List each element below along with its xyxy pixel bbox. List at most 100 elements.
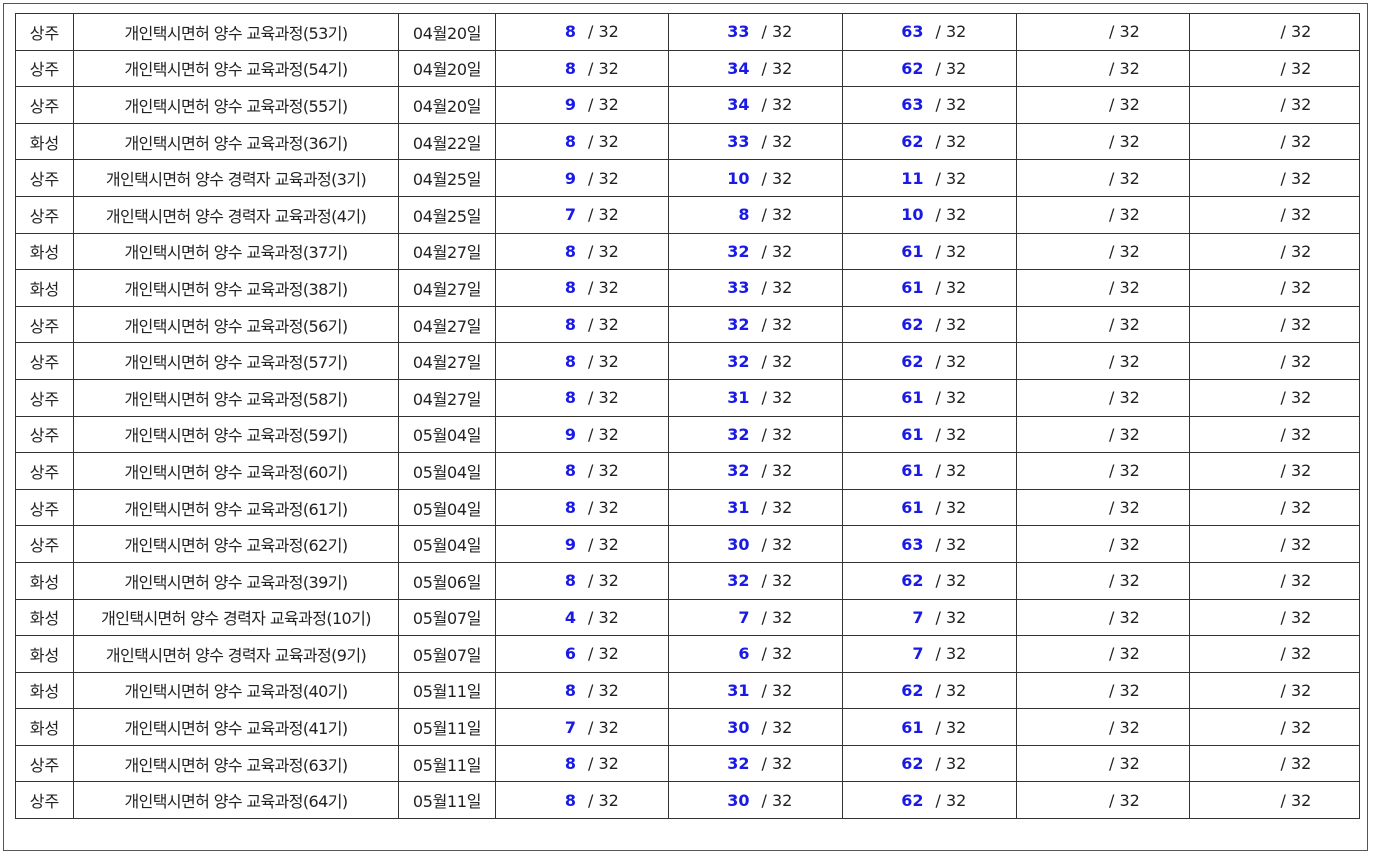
capacity-text: / 32	[1269, 315, 1323, 334]
seat-status-cell: 32/ 32	[668, 305, 843, 344]
capacity-separator: /	[588, 241, 594, 261]
capacity-text: / 32	[1097, 571, 1151, 590]
capacity-total: 32	[945, 534, 967, 554]
date-cell: 04월27일	[398, 305, 496, 344]
seat-status-cell: / 32	[1189, 781, 1360, 820]
capacity-separator: /	[1280, 461, 1286, 481]
capacity-total: 32	[771, 315, 793, 335]
capacity-separator: /	[1280, 22, 1286, 42]
capacity-separator: /	[1280, 498, 1286, 518]
capacity-text: / 32	[1269, 461, 1323, 480]
capacity-separator: /	[588, 424, 594, 444]
location-cell: 상주	[15, 781, 74, 820]
seat-status-cell: 33/ 32	[668, 122, 843, 161]
capacity-total: 32	[945, 424, 967, 444]
table-row: 상주 개인택시면허 양수 교육과정(63기) 05월11일 8/ 32 32/ 32 62…	[15, 744, 1360, 783]
seat-status-cell: / 32	[1189, 561, 1360, 600]
capacity-separator: /	[1280, 95, 1286, 115]
seat-status-cell: 30/ 32	[668, 708, 843, 746]
applicant-count: 62	[901, 132, 924, 152]
capacity-total: 32	[945, 241, 967, 261]
capacity-text: / 32	[576, 461, 630, 480]
location-cell: 상주	[15, 49, 74, 88]
capacity-total: 32	[1119, 388, 1140, 408]
seat-status-cell: 31/ 32	[668, 488, 843, 527]
applicant-count: 8	[564, 278, 576, 298]
seat-status-cell: 7/ 32	[495, 195, 669, 234]
capacity-separator: /	[1280, 717, 1286, 737]
seat-status-cell: 61/ 32	[842, 488, 1017, 527]
capacity-total: 32	[945, 680, 967, 700]
applicant-count: 10	[901, 205, 924, 225]
table-body: 상주 개인택시면허 양수 교육과정(53기) 04월20일 8/ 32 33/ 32 63…	[15, 13, 1360, 820]
seat-status-cell: / 32	[1189, 86, 1360, 124]
location-cell: 상주	[15, 305, 74, 344]
capacity-text: / 32	[924, 352, 978, 371]
applicant-count: 62	[901, 680, 924, 700]
seat-status-cell: 10/ 32	[842, 195, 1017, 234]
capacity-separator: /	[935, 498, 941, 518]
location-cell: 상주	[15, 342, 74, 380]
capacity-text: / 32	[924, 315, 978, 334]
applicant-count: 61	[901, 388, 924, 408]
seat-status-cell: / 32	[1016, 635, 1190, 673]
capacity-total: 32	[1290, 58, 1312, 78]
capacity-separator: /	[1280, 424, 1286, 444]
applicant-count: 7	[564, 205, 576, 225]
capacity-separator: /	[588, 607, 594, 627]
capacity-separator: /	[761, 278, 767, 298]
capacity-total: 32	[1290, 680, 1312, 700]
capacity-separator: /	[588, 571, 594, 591]
course-name-cell: 개인택시면허 양수 교육과정(55기)	[73, 86, 399, 124]
capacity-text: / 32	[750, 242, 804, 261]
capacity-text: / 32	[924, 644, 978, 663]
course-name-cell: 개인택시면허 양수 교육과정(39기)	[73, 561, 399, 600]
capacity-separator: /	[1280, 680, 1286, 700]
capacity-separator: /	[1109, 571, 1115, 591]
seat-status-cell: / 32	[1016, 415, 1190, 454]
capacity-text: / 32	[1269, 22, 1323, 41]
table-row: 상주 개인택시면허 양수 교육과정(64기) 05월11일 8/ 32 30/ 32 62…	[15, 781, 1360, 820]
capacity-text: / 32	[576, 718, 630, 737]
capacity-total: 32	[1119, 278, 1140, 298]
capacity-total: 32	[598, 205, 619, 225]
capacity-total: 32	[1290, 717, 1312, 737]
capacity-total: 32	[771, 461, 793, 481]
course-name-cell: 개인택시면허 양수 경력자 교육과정(4기)	[73, 195, 399, 234]
location-cell: 화성	[15, 598, 74, 637]
table-row: 상주 개인택시면허 양수 교육과정(61기) 05월04일 8/ 32 31/ 32 61…	[15, 488, 1360, 527]
seat-status-cell: 9/ 32	[495, 415, 669, 454]
date-cell: 05월06일	[398, 561, 496, 600]
capacity-separator: /	[1280, 790, 1286, 810]
applicant-count: 6	[738, 644, 750, 664]
date-cell: 04월27일	[398, 378, 496, 417]
location-cell: 화성	[15, 122, 74, 161]
seat-status-cell: 61/ 32	[842, 232, 1017, 271]
course-name-cell: 개인택시면허 양수 교육과정(64기)	[73, 781, 399, 820]
capacity-text: / 32	[576, 132, 630, 151]
capacity-text: / 32	[1269, 498, 1323, 517]
capacity-separator: /	[935, 278, 941, 298]
capacity-text: / 32	[750, 95, 804, 114]
capacity-separator: /	[588, 680, 594, 700]
applicant-count: 32	[727, 461, 750, 481]
seat-status-cell: / 32	[1016, 598, 1190, 637]
capacity-total: 32	[771, 241, 793, 261]
seat-status-cell: 62/ 32	[842, 49, 1017, 88]
capacity-total: 32	[945, 278, 967, 298]
capacity-total: 32	[1119, 168, 1140, 188]
location-cell: 상주	[15, 744, 74, 783]
capacity-text: / 32	[924, 535, 978, 554]
capacity-total: 32	[1290, 351, 1312, 371]
table-row: 상주 개인택시면허 양수 교육과정(60기) 05월04일 8/ 32 32/ 32 61…	[15, 452, 1360, 490]
capacity-total: 32	[1119, 58, 1140, 78]
capacity-total: 32	[598, 461, 619, 481]
applicant-count: 30	[727, 534, 750, 554]
seat-status-cell: 34/ 32	[668, 49, 843, 88]
seat-status-cell: 61/ 32	[842, 378, 1017, 417]
table-row: 상주 개인택시면허 양수 교육과정(57기) 04월27일 8/ 32 32/ 32 62…	[15, 342, 1360, 380]
capacity-separator: /	[1280, 278, 1286, 298]
seat-status-cell: 8/ 32	[495, 13, 669, 51]
table-row: 상주 개인택시면허 양수 교육과정(54기) 04월20일 8/ 32 34/ 32 62…	[15, 49, 1360, 88]
date-cell: 04월25일	[398, 159, 496, 197]
